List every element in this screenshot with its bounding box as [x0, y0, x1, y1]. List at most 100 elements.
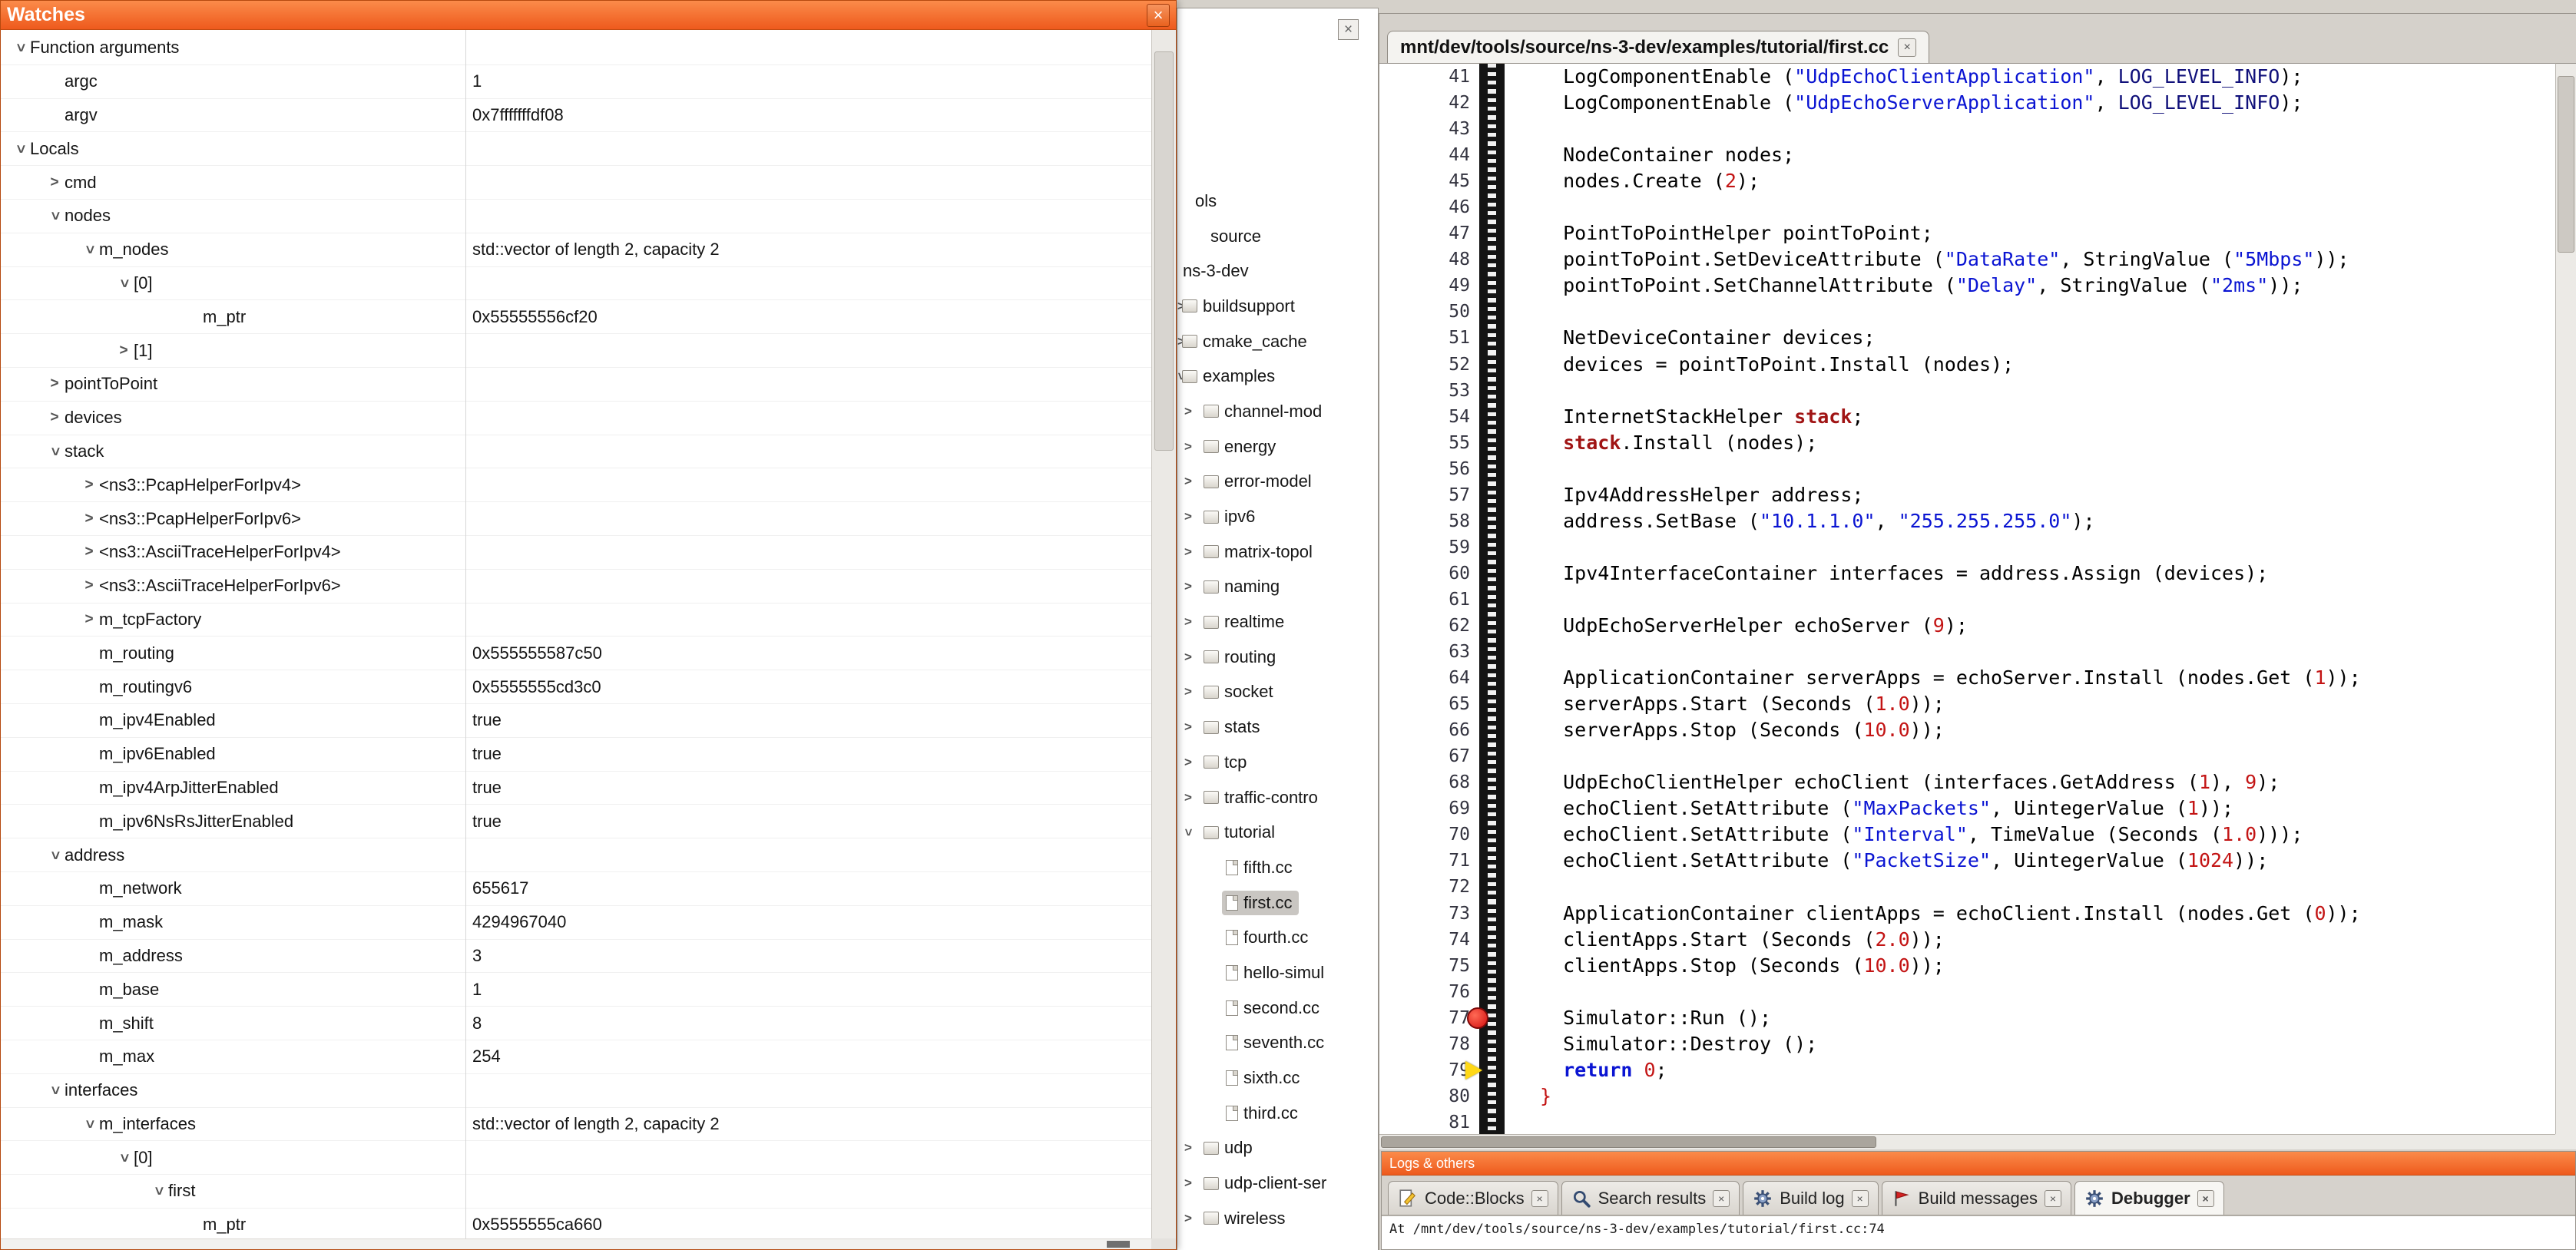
- watch-row[interactable]: >interfaces: [1, 1074, 1151, 1108]
- tree-item[interactable]: >tcp: [1177, 745, 1378, 780]
- logs-tab-debugger[interactable]: Debugger×: [2074, 1181, 2224, 1215]
- tree-item-inner[interactable]: fifth.cc: [1222, 855, 1299, 880]
- logs-tab-code-blocks[interactable]: Code::Blocks×: [1388, 1181, 1558, 1215]
- editor-file-tab[interactable]: mnt/dev/tools/source/ns-3-dev/examples/t…: [1387, 31, 1929, 63]
- tree-item-inner[interactable]: ns-3-dev: [1179, 259, 1255, 283]
- watch-row[interactable]: m_ipv4ArpJitterEnabledtrue: [1, 772, 1151, 805]
- tree-expanded-icon[interactable]: >: [12, 38, 28, 58]
- tree-item[interactable]: second.cc: [1177, 990, 1378, 1026]
- tree-expanded-icon[interactable]: >: [115, 273, 132, 293]
- tree-collapsed-icon[interactable]: >: [1184, 650, 1192, 665]
- tree-item-inner[interactable]: error-model: [1200, 469, 1318, 494]
- tree-item-inner[interactable]: third.cc: [1222, 1101, 1304, 1126]
- watch-row[interactable]: argv0x7fffffffdf08: [1, 99, 1151, 133]
- tree-item[interactable]: >realtime: [1177, 604, 1378, 640]
- tree-item[interactable]: ns-3-dev: [1177, 253, 1378, 289]
- tree-item-inner[interactable]: source: [1207, 224, 1267, 249]
- close-icon[interactable]: ×: [1338, 19, 1359, 40]
- tree-item-inner[interactable]: ols: [1191, 189, 1223, 213]
- close-icon[interactable]: ×: [1531, 1190, 1548, 1207]
- watch-row[interactable]: >pointToPoint: [1, 368, 1151, 402]
- watch-row[interactable]: m_ptr0x5555555ca660: [1, 1209, 1151, 1238]
- breakpoint-margin[interactable]: [1479, 246, 1505, 273]
- watch-row[interactable]: >address: [1, 838, 1151, 872]
- tree-item[interactable]: fifth.cc: [1177, 850, 1378, 885]
- watch-row[interactable]: m_max254: [1, 1040, 1151, 1074]
- tree-item[interactable]: >udp: [1177, 1131, 1378, 1166]
- tree-item-inner[interactable]: naming: [1200, 574, 1286, 599]
- tree-item-inner[interactable]: routing: [1200, 645, 1282, 670]
- tree-collapsed-icon[interactable]: >: [79, 544, 99, 561]
- tree-item-selected[interactable]: first.cc: [1222, 891, 1299, 915]
- tree-collapsed-icon[interactable]: >: [1184, 614, 1192, 630]
- watch-row[interactable]: >[0]: [1, 267, 1151, 301]
- tree-expanded-icon[interactable]: >: [46, 441, 63, 461]
- watch-row[interactable]: m_address3: [1, 940, 1151, 974]
- tree-item-inner[interactable]: wireless: [1200, 1206, 1291, 1231]
- tree-item-inner[interactable]: tcp: [1200, 750, 1253, 775]
- tree-item-inner[interactable]: tutorial: [1200, 820, 1281, 845]
- tree-item[interactable]: > naming: [1177, 570, 1378, 605]
- tree-item[interactable]: >matrix-topol: [1177, 534, 1378, 570]
- breakpoint-margin[interactable]: [1479, 273, 1505, 299]
- tree-collapsed-icon[interactable]: >: [1184, 509, 1192, 524]
- tree-item[interactable]: ols: [1177, 184, 1378, 219]
- tree-item-inner[interactable]: channel-mod: [1200, 399, 1328, 424]
- tree-item[interactable]: first.cc: [1177, 885, 1378, 921]
- tree-item[interactable]: >error-model: [1177, 465, 1378, 500]
- tree-item-inner[interactable]: socket: [1200, 680, 1280, 704]
- breakpoint-margin[interactable]: [1479, 979, 1505, 1005]
- tree-collapsed-icon[interactable]: >: [1184, 719, 1192, 735]
- breakpoint-margin[interactable]: [1479, 142, 1505, 168]
- breakpoint-margin[interactable]: [1479, 1057, 1505, 1083]
- breakpoint-margin[interactable]: [1479, 717, 1505, 743]
- watch-row[interactable]: m_routing0x555555587c50: [1, 637, 1151, 670]
- tree-item-inner[interactable]: udp-client-ser: [1200, 1171, 1333, 1195]
- close-icon[interactable]: ×: [1852, 1190, 1869, 1207]
- tree-expanded-icon[interactable]: >: [12, 139, 28, 159]
- tree-collapsed-icon[interactable]: >: [79, 511, 99, 527]
- editor-horizontal-scrollbar[interactable]: [1379, 1134, 2555, 1149]
- breakpoint-margin[interactable]: [1479, 456, 1505, 482]
- breakpoint-margin[interactable]: [1479, 508, 1505, 534]
- tree-collapsed-icon[interactable]: >: [1184, 579, 1192, 594]
- breakpoint-margin[interactable]: [1479, 1109, 1505, 1134]
- watches-title-bar[interactable]: Watches ×: [1, 1, 1176, 30]
- tree-expanded-icon[interactable]: >: [46, 206, 63, 226]
- watch-row[interactable]: m_base1: [1, 973, 1151, 1007]
- breakpoint-margin[interactable]: [1479, 665, 1505, 691]
- tree-item-inner[interactable]: seventh.cc: [1222, 1030, 1330, 1055]
- logs-tab-build-messages[interactable]: Build messages×: [1882, 1181, 2071, 1215]
- logs-panel-header[interactable]: Logs & others: [1382, 1152, 2575, 1176]
- watch-row[interactable]: m_ptr0x55555556cf20: [1, 300, 1151, 334]
- watch-row[interactable]: >m_nodesstd::vector of length 2, capacit…: [1, 233, 1151, 267]
- tree-item[interactable]: >energy: [1177, 429, 1378, 465]
- watch-row[interactable]: >cmd: [1, 166, 1151, 200]
- breakpoint-margin[interactable]: [1479, 404, 1505, 430]
- breakpoint-margin[interactable]: [1479, 378, 1505, 404]
- breakpoint-margin[interactable]: [1479, 482, 1505, 508]
- tree-item-inner[interactable]: udp: [1200, 1136, 1259, 1160]
- tree-item[interactable]: >examples: [1177, 359, 1378, 394]
- tree-item-inner[interactable]: ipv6: [1200, 504, 1261, 529]
- watch-row[interactable]: >Locals: [1, 132, 1151, 166]
- tree-collapsed-icon[interactable]: >: [1184, 439, 1192, 455]
- watch-row[interactable]: ><ns3::AsciiTraceHelperForIpv4>: [1, 536, 1151, 570]
- watch-row[interactable]: m_ipv6NsRsJitterEnabledtrue: [1, 805, 1151, 838]
- breakpoint-margin[interactable]: [1479, 325, 1505, 351]
- tree-item[interactable]: seventh.cc: [1177, 1026, 1378, 1061]
- breakpoint-margin[interactable]: [1479, 639, 1505, 665]
- tree-collapsed-icon[interactable]: >: [1184, 790, 1192, 805]
- watch-row[interactable]: >m_interfacesstd::vector of length 2, ca…: [1, 1108, 1151, 1142]
- tree-expanded-icon[interactable]: >: [46, 1080, 63, 1100]
- watch-row[interactable]: m_ipv4Enabledtrue: [1, 704, 1151, 738]
- tree-item-inner[interactable]: sixth.cc: [1222, 1066, 1306, 1090]
- tree-item-inner[interactable]: traffic-contro: [1200, 785, 1324, 810]
- tree-item[interactable]: >stats: [1177, 709, 1378, 745]
- tree-expanded-icon[interactable]: >: [81, 1114, 98, 1134]
- watch-row[interactable]: >m_tcpFactory: [1, 604, 1151, 637]
- breakpoint-margin[interactable]: [1479, 194, 1505, 220]
- close-icon[interactable]: ×: [2045, 1190, 2061, 1207]
- tree-item[interactable]: >channel-mod: [1177, 394, 1378, 429]
- tree-item[interactable]: >udp-client-ser: [1177, 1166, 1378, 1201]
